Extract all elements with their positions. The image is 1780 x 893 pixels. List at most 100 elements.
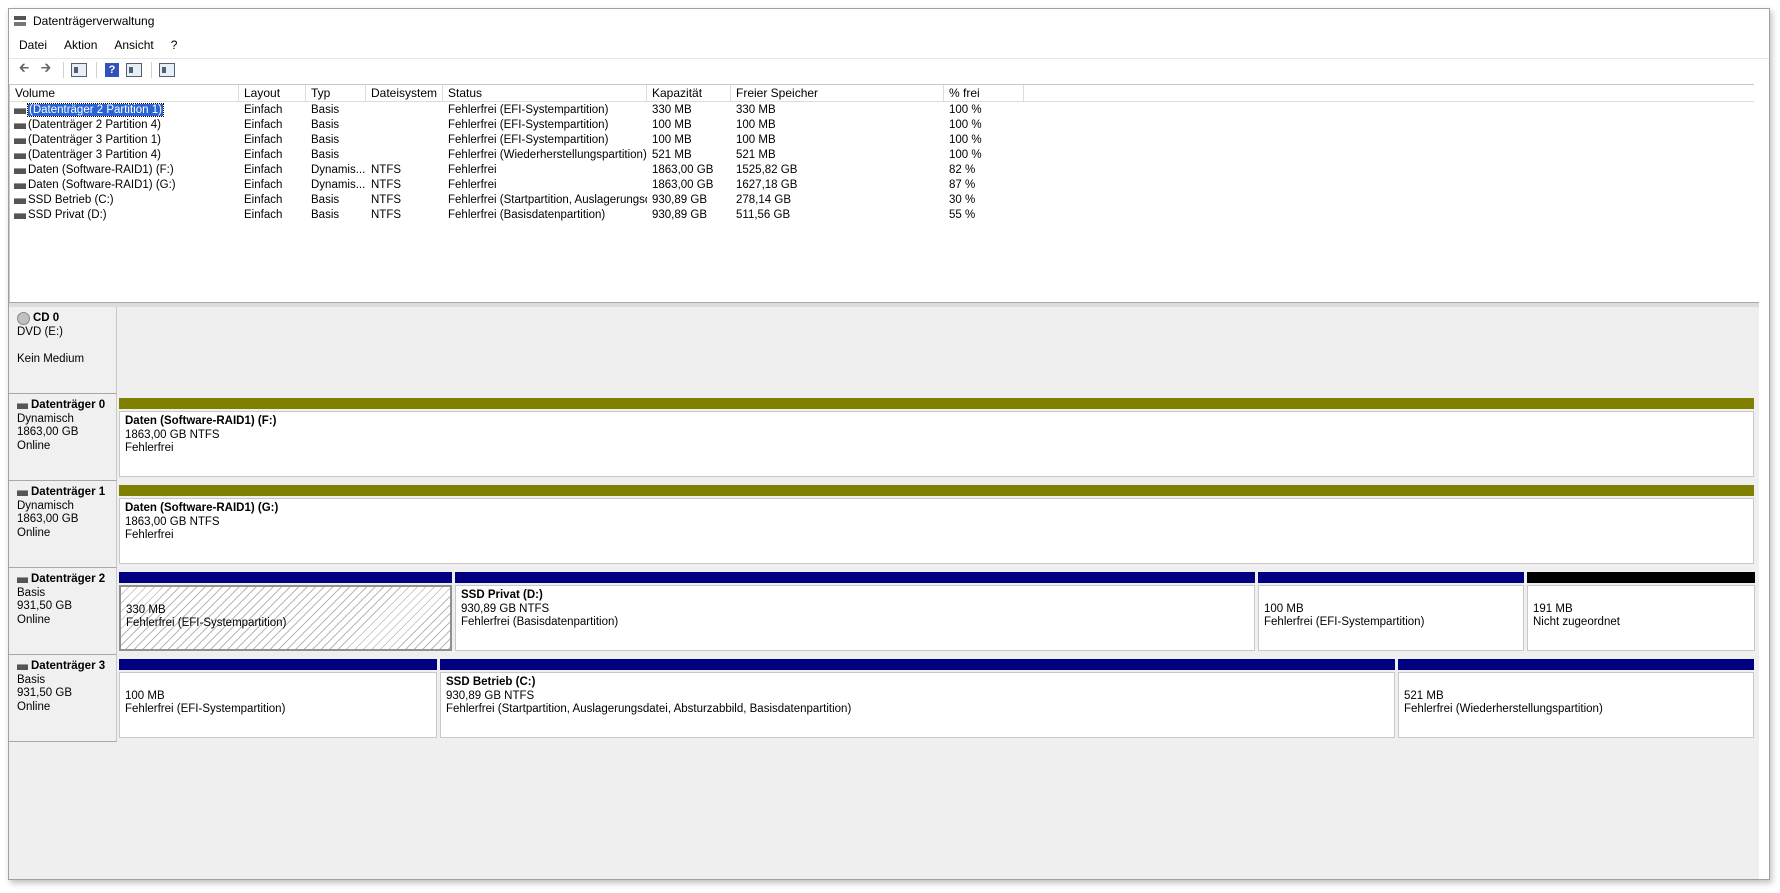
partition-size: 1863,00 GB NTFS bbox=[125, 515, 220, 528]
cell-col-prozent-frei: 100 % bbox=[949, 134, 982, 146]
cell-col-layout: Einfach bbox=[244, 164, 283, 176]
partition[interactable]: 100 MB Fehlerfrei (EFI-Systempartition) bbox=[1258, 572, 1524, 653]
volume-list[interactable]: Volume Layout Typ Dateisystem Status Kapazitä… bbox=[9, 84, 1754, 303]
table-row[interactable]: Daten (Software-RAID1) (F:) Einfach Dynami… bbox=[10, 163, 1754, 178]
toolbar-separator bbox=[96, 62, 97, 78]
partition-title bbox=[126, 590, 445, 604]
cell-col-layout: Einfach bbox=[244, 209, 283, 221]
partition[interactable]: SSD Betrieb (C:) 930,89 GB NTFS Fehlerfrei… bbox=[440, 659, 1395, 740]
table-row[interactable]: Daten (Software-RAID1) (G:) Einfach Dynami… bbox=[10, 178, 1754, 193]
partition-size: 1863,00 GB NTFS bbox=[125, 428, 220, 441]
table-row[interactable]: (Datenträger 3 Partition 4) Einfach Basis F… bbox=[10, 148, 1754, 163]
partition-status: Fehlerfrei (EFI-Systempartition) bbox=[126, 617, 287, 629]
cell-col-kapazitaet: 100 MB bbox=[652, 134, 692, 146]
cell-col-typ: Basis bbox=[311, 119, 340, 131]
cell-col-status: Fehlerfrei (Wiederherstellungspartition) bbox=[448, 149, 647, 161]
cell-col-volume: (Datenträger 3 Partition 1) bbox=[28, 134, 161, 146]
partition[interactable]: SSD Privat (D:) 930,89 GB NTFS Fehlerfrei … bbox=[455, 572, 1255, 653]
disk-icon bbox=[17, 402, 28, 409]
cell-col-dateisystem bbox=[366, 148, 443, 163]
disk-label[interactable]: CD 0 DVD (E:) Kein Medium bbox=[9, 307, 117, 394]
header-col-freier-speicher[interactable]: Freier Speicher bbox=[731, 85, 944, 101]
partition-title bbox=[1404, 676, 1748, 690]
cell-col-freier-speicher: 330 MB bbox=[736, 104, 776, 116]
partition[interactable]: Daten (Software-RAID1) (G:) 1863,00 GB NT… bbox=[119, 485, 1754, 566]
header-col-dateisystem[interactable]: Dateisystem bbox=[366, 85, 443, 101]
partition-title: SSD Betrieb (C:) bbox=[446, 676, 536, 688]
disk-info-line bbox=[17, 339, 108, 353]
disk-partition-area: Daten (Software-RAID1) (F:) 1863,00 GB NT… bbox=[119, 398, 1757, 479]
cell-col-typ: Dynamis... bbox=[311, 164, 366, 176]
cell-col-layout: Einfach bbox=[244, 194, 283, 206]
cell-col-prozent-frei: 87 % bbox=[949, 179, 976, 191]
header-col-volume[interactable]: Volume bbox=[10, 85, 239, 101]
partition-body: 100 MB Fehlerfrei (EFI-Systempartition) bbox=[1258, 585, 1524, 651]
cell-col-layout: Einfach bbox=[244, 104, 283, 116]
partition[interactable]: 100 MB Fehlerfrei (EFI-Systempartition) bbox=[119, 659, 437, 740]
partition-color-bar bbox=[1258, 572, 1524, 583]
help-icon[interactable]: ? bbox=[102, 61, 122, 79]
disk-list-icon[interactable] bbox=[157, 61, 177, 79]
table-row[interactable]: (Datenträger 2 Partition 4) Einfach Basis F… bbox=[10, 118, 1754, 133]
partition-status: Fehlerfrei bbox=[125, 442, 174, 454]
cell-col-volume: (Datenträger 2 Partition 4) bbox=[28, 119, 161, 131]
disk-partition-area bbox=[119, 311, 1757, 392]
partition-body: Daten (Software-RAID1) (F:) 1863,00 GB NT… bbox=[119, 411, 1754, 477]
cell-col-kapazitaet: 930,89 GB bbox=[652, 209, 707, 221]
disk-info-line: Kein Medium bbox=[17, 352, 85, 365]
header-col-prozent-frei[interactable]: % frei bbox=[944, 85, 1024, 101]
table-row[interactable]: SSD Privat (D:) Einfach Basis NTFS Fehlerfre… bbox=[10, 208, 1754, 223]
disk-management-window: Datenträgerverwaltung Datei Aktion Ansic… bbox=[8, 8, 1770, 880]
forward-arrow-icon[interactable]: 🡲 bbox=[36, 60, 56, 79]
cell-col-kapazitaet: 1863,00 GB bbox=[652, 179, 714, 191]
disk-info-line: 931,50 GB bbox=[17, 687, 72, 699]
partition[interactable]: 330 MB Fehlerfrei (EFI-Systempartition) bbox=[119, 572, 452, 653]
partition-title bbox=[1264, 589, 1518, 603]
window-title: Datenträgerverwaltung bbox=[33, 14, 155, 28]
partition-status: Fehlerfrei (Wiederherstellungspartition) bbox=[1404, 703, 1603, 715]
partition[interactable]: 521 MB Fehlerfrei (Wiederherstellungspart… bbox=[1398, 659, 1754, 740]
title-bar: Datenträgerverwaltung bbox=[9, 9, 1769, 33]
disk-label[interactable]: Datenträger 2 Basis 931,50 GB Online bbox=[9, 568, 117, 655]
disk-row: CD 0 DVD (E:) Kein Medium bbox=[9, 307, 1759, 394]
header-col-status[interactable]: Status bbox=[443, 85, 647, 101]
table-row[interactable]: (Datenträger 3 Partition 1) Einfach Basis F… bbox=[10, 133, 1754, 148]
menu-aktion[interactable]: Aktion bbox=[64, 38, 97, 52]
disk-info-line: Online bbox=[17, 700, 51, 713]
cell-col-prozent-frei: 100 % bbox=[949, 119, 982, 131]
table-row[interactable]: SSD Betrieb (C:) Einfach Basis NTFS Fehlerfr… bbox=[10, 193, 1754, 208]
menu-datei[interactable]: Datei bbox=[19, 38, 47, 52]
partition[interactable]: 191 MB Nicht zugeordnet bbox=[1527, 572, 1755, 653]
cell-col-volume: Daten (Software-RAID1) (G:) bbox=[28, 179, 176, 191]
disk-row: Datenträger 2 Basis 931,50 GB Online 330 MB F… bbox=[9, 568, 1759, 655]
header-col-layout[interactable]: Layout bbox=[239, 85, 306, 101]
disk-label[interactable]: Datenträger 1 Dynamisch 1863,00 GB Online bbox=[9, 481, 117, 568]
cell-col-prozent-frei: 30 % bbox=[949, 194, 976, 206]
back-arrow-icon[interactable]: 🡰 bbox=[14, 60, 34, 79]
graphical-disk-view[interactable]: CD 0 DVD (E:) Kein Medium Datenträger 0 Dyna… bbox=[9, 307, 1759, 879]
disk-name: Datenträger 2 bbox=[17, 573, 108, 587]
toolbar: 🡰 🡲 ? bbox=[9, 58, 1769, 81]
header-col-typ[interactable]: Typ bbox=[306, 85, 366, 101]
cell-col-volume: SSD Betrieb (C:) bbox=[28, 194, 114, 206]
partition-size: 100 MB bbox=[1264, 602, 1304, 615]
table-row[interactable]: (Datenträger 2 Partition 1) Einfach Basis F… bbox=[10, 103, 1754, 118]
partition-size: 191 MB bbox=[1533, 602, 1573, 615]
menu-ansicht[interactable]: Ansicht bbox=[114, 38, 153, 52]
partition-title: Daten (Software-RAID1) (F:) bbox=[125, 415, 277, 427]
cell-col-freier-speicher: 100 MB bbox=[736, 134, 776, 146]
partition-size: 521 MB bbox=[1404, 689, 1444, 702]
partition-status: Fehlerfrei (Basisdatenpartition) bbox=[461, 616, 619, 628]
cell-col-volume: Daten (Software-RAID1) (F:) bbox=[28, 164, 174, 176]
disk-label[interactable]: Datenträger 0 Dynamisch 1863,00 GB Online bbox=[9, 394, 117, 481]
properties-icon[interactable] bbox=[124, 61, 144, 79]
partition-color-bar bbox=[440, 659, 1395, 670]
partition[interactable]: Daten (Software-RAID1) (F:) 1863,00 GB NT… bbox=[119, 398, 1754, 479]
menu-help[interactable]: ? bbox=[171, 38, 178, 52]
cell-col-prozent-frei: 55 % bbox=[949, 209, 976, 221]
disk-label[interactable]: Datenträger 3 Basis 931,50 GB Online bbox=[9, 655, 117, 742]
console-tree-icon[interactable] bbox=[69, 61, 89, 79]
disk-partition-area: 100 MB Fehlerfrei (EFI-Systempartition) SS… bbox=[119, 659, 1757, 740]
header-col-kapazitaet[interactable]: Kapazität bbox=[647, 85, 731, 101]
cell-col-status: Fehlerfrei (EFI-Systempartition) bbox=[448, 119, 609, 131]
